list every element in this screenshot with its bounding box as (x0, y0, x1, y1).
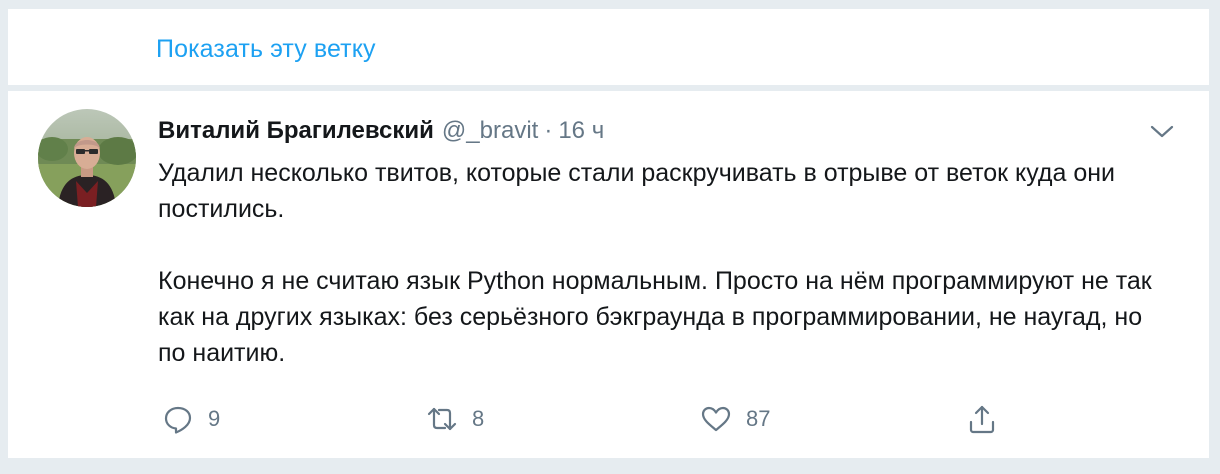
tweet-menu-button[interactable] (1149, 121, 1175, 143)
reply-icon (164, 406, 192, 434)
author-name[interactable]: Виталий Брагилевский (158, 117, 434, 144)
tweet-paragraph: Конечно я не считаю язык Python нормальн… (158, 267, 1152, 367)
tweet-text: Удалил несколько твитов, которые стали р… (158, 155, 1158, 371)
show-thread-link[interactable]: Показать эту ветку (156, 35, 376, 64)
author-handle[interactable]: @_bravit (442, 117, 538, 144)
retweet-count: 8 (472, 406, 485, 431)
tweet[interactable]: Виталий Брагилевский @_bravit · 16 ч Удалил… (8, 91, 1209, 458)
tweet-timestamp[interactable]: 16 ч (558, 117, 604, 144)
show-thread-row[interactable]: Показать эту ветку (8, 9, 1209, 88)
header-separator: · (544, 117, 553, 144)
share-button[interactable] (966, 399, 998, 439)
timeline: Показать эту ветку Виталий Брагилевский … (8, 0, 1209, 474)
heart-icon (701, 406, 731, 432)
tweet-actions: 9 8 87 (158, 399, 1018, 439)
tweet-header: Виталий Брагилевский @_bravit · 16 ч (158, 117, 1159, 149)
avatar-photo (38, 109, 136, 207)
like-button[interactable]: 87 (700, 399, 770, 439)
timeline-divider (8, 0, 1209, 9)
avatar[interactable] (38, 109, 136, 207)
tweet-paragraph: Удалил несколько твитов, которые стали р… (158, 159, 1116, 223)
reply-count: 9 (208, 406, 221, 431)
retweet-button[interactable]: 8 (426, 399, 484, 439)
chevron-down-icon (1150, 125, 1174, 138)
like-count: 87 (746, 406, 771, 431)
share-icon (969, 405, 995, 434)
reply-button[interactable]: 9 (162, 399, 220, 439)
retweet-icon (427, 407, 457, 431)
timeline-divider (8, 458, 1209, 474)
